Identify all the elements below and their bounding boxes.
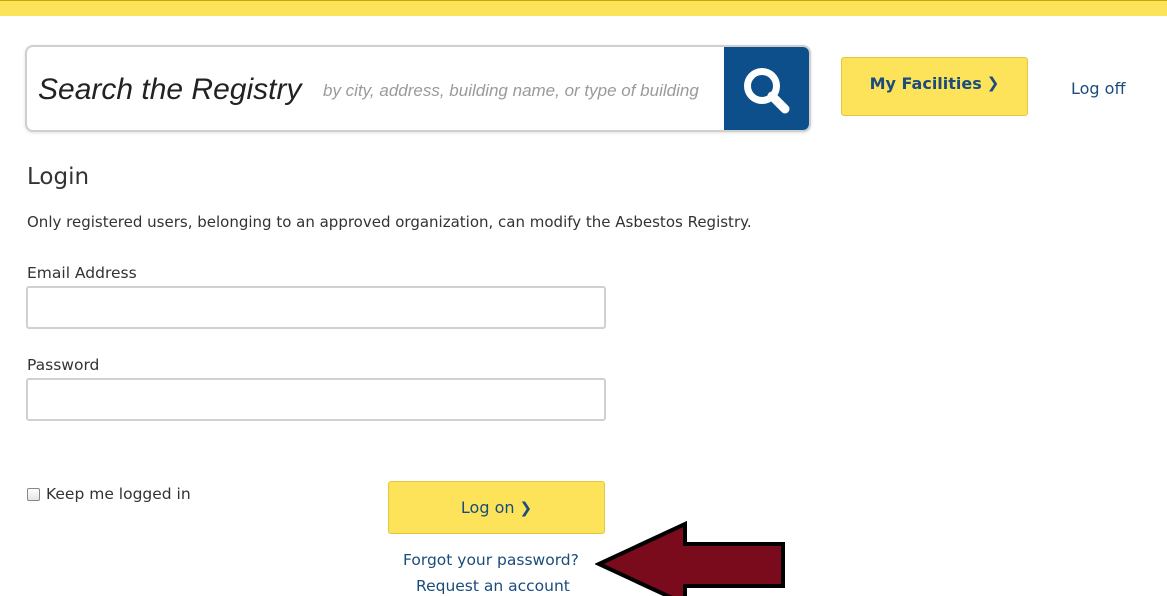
login-intro-text: Only registered users, belonging to an a… [27, 213, 752, 231]
search-title: Search the Registry [38, 73, 302, 106]
search-button[interactable] [724, 47, 809, 130]
forgot-password-link[interactable]: Forgot your password? [403, 551, 579, 569]
email-field[interactable] [26, 286, 606, 329]
request-account-link[interactable]: Request an account [416, 577, 570, 595]
search-input[interactable] [323, 75, 727, 107]
magnifying-glass-icon [743, 67, 789, 113]
page-title: Login [27, 164, 90, 190]
email-label: Email Address [27, 264, 137, 282]
registry-search-box[interactable]: Search the Registry [25, 45, 811, 132]
top-accent-bar [0, 0, 1167, 16]
log-off-link[interactable]: Log off [1071, 79, 1125, 98]
my-facilities-button[interactable]: My Facilities ❯ [841, 57, 1028, 116]
left-arrow-icon [595, 520, 785, 596]
my-facilities-label: My Facilities [869, 73, 982, 93]
keep-logged-in-checkbox[interactable] [27, 487, 40, 501]
password-label: Password [27, 356, 100, 374]
chevron-right-icon: ❯ [986, 74, 1000, 92]
log-on-button[interactable]: Log on ❯ [388, 481, 605, 534]
keep-logged-in-row[interactable]: Keep me logged in [27, 485, 191, 503]
log-on-label: Log on [460, 498, 515, 517]
chevron-right-icon: ❯ [519, 498, 533, 517]
password-field[interactable] [26, 378, 606, 421]
keep-logged-in-label: Keep me logged in [46, 485, 191, 503]
